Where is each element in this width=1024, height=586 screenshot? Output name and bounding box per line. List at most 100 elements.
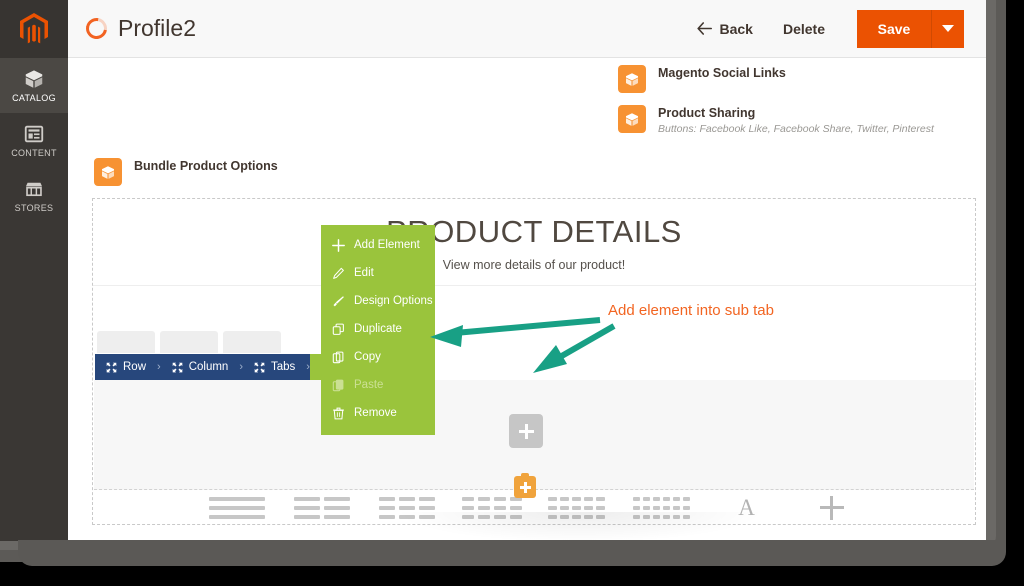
- layout-icon: [24, 125, 44, 143]
- context-menu-label: Copy: [354, 351, 381, 363]
- widget-text: Magento Social Links: [658, 65, 786, 82]
- stage-heading: PRODUCT DETAILS: [386, 214, 682, 249]
- breadcrumb-item-tabs[interactable]: Tabs: [243, 354, 306, 380]
- sidebar-item-label: CATALOG: [12, 93, 56, 103]
- layout-3-column[interactable]: [376, 491, 438, 525]
- box-icon: [25, 70, 43, 88]
- header-actions: Back Delete Save: [685, 9, 987, 48]
- save-label: Save: [877, 20, 911, 37]
- stage-subheading: View more details of our product!: [442, 258, 626, 272]
- context-menu-item-paste: Paste: [321, 371, 435, 399]
- layout-2-column[interactable]: [291, 491, 353, 525]
- store-icon: [25, 182, 43, 197]
- admin-sidebar: CATALOG CONTENT STORES: [0, 0, 68, 541]
- brush-icon: [333, 295, 344, 306]
- add-element-placeholder-button[interactable]: [509, 414, 543, 448]
- context-menu-item-duplicate[interactable]: Duplicate: [321, 315, 435, 343]
- sidebar-item-catalog[interactable]: CATALOG: [0, 58, 68, 113]
- layout-4-column[interactable]: [461, 491, 523, 525]
- sidebar-item-content[interactable]: CONTENT: [0, 113, 68, 168]
- page-builder-stage: PRODUCT DETAILS View more details of our…: [92, 198, 976, 525]
- stage-divider: [93, 285, 975, 286]
- package-glyph-icon: [626, 112, 638, 126]
- magento-logo[interactable]: [0, 0, 68, 58]
- move-icon: [106, 362, 117, 372]
- device-frame: CATALOG CONTENT STORES Profile2 Back Del…: [0, 0, 1024, 586]
- move-icon: [254, 362, 265, 372]
- package-icon: [618, 105, 646, 133]
- package-icon: [94, 158, 122, 186]
- save-button-group: Save: [857, 9, 964, 48]
- context-menu-label: Add Element: [354, 239, 420, 251]
- widget-subtitle: Buttons: Facebook Like, Facebook Share, …: [658, 123, 934, 135]
- paste-icon: [332, 379, 344, 391]
- add-row-button[interactable]: [514, 473, 536, 498]
- plus-icon: [519, 481, 531, 493]
- page-content: Magento Social Links Product Sharing But…: [68, 58, 986, 541]
- breadcrumb-label: Column: [188, 361, 229, 373]
- sidebar-item-stores[interactable]: STORES: [0, 168, 68, 223]
- context-menu-label: Paste: [354, 379, 384, 391]
- delete-button[interactable]: Delete: [765, 13, 843, 45]
- page-title: Profile2: [118, 15, 196, 41]
- tab-placeholder[interactable]: [97, 331, 155, 353]
- device-bottom-bar: [18, 540, 1006, 566]
- context-menu-item-remove[interactable]: Remove: [321, 399, 435, 427]
- magento-logo-icon: [20, 13, 48, 44]
- context-menu-label: Edit: [354, 267, 374, 279]
- plus-icon: [332, 238, 345, 252]
- package-glyph-icon: [626, 72, 638, 86]
- context-menu-label: Remove: [354, 407, 397, 419]
- context-menu-item-copy[interactable]: Copy: [321, 343, 435, 371]
- layout-5-column[interactable]: [546, 491, 608, 525]
- loading-ring-icon: [81, 13, 112, 44]
- stage-heading-block: PRODUCT DETAILS View more details of our…: [93, 199, 975, 272]
- page-title-group: Profile2: [81, 13, 196, 44]
- delete-label: Delete: [782, 20, 825, 37]
- caret-down-icon: [942, 25, 954, 32]
- save-dropdown-button[interactable]: [932, 9, 964, 48]
- sidebar-item-label: STORES: [14, 203, 54, 213]
- widget-text: Bundle Product Options: [134, 158, 278, 175]
- page-header: Profile2 Back Delete Save: [68, 0, 986, 58]
- breadcrumb-item-row[interactable]: Row: [95, 354, 157, 380]
- context-menu-item-edit[interactable]: Edit: [321, 259, 435, 287]
- breadcrumb-label: Tabs: [271, 361, 296, 373]
- package-icon: [618, 65, 646, 93]
- text-element-button[interactable]: A: [716, 491, 778, 525]
- plus-icon: [819, 496, 844, 520]
- tab-placeholder[interactable]: [223, 331, 281, 353]
- text-a-icon: A: [738, 495, 755, 520]
- tab-content-dropzone[interactable]: [94, 380, 974, 490]
- context-menu-label: Duplicate: [354, 323, 402, 335]
- add-element-button[interactable]: [801, 491, 863, 525]
- sidebar-item-label: CONTENT: [11, 148, 57, 158]
- breadcrumb-label: Row: [123, 361, 147, 373]
- arrow-left-icon: [696, 22, 712, 35]
- copy-icon: [332, 351, 344, 363]
- layout-6-column[interactable]: [631, 491, 693, 525]
- move-icon: [172, 362, 182, 372]
- back-button[interactable]: Back: [685, 13, 765, 45]
- context-menu: Add Element Edit Design Options Duplicat…: [321, 225, 435, 435]
- widget-title: Product Sharing: [658, 106, 756, 120]
- context-menu-item-add-element[interactable]: Add Element: [321, 231, 435, 259]
- pencil-icon: [333, 267, 344, 279]
- back-label: Back: [719, 20, 753, 37]
- package-glyph-icon: [102, 165, 114, 179]
- trash-icon: [333, 407, 344, 419]
- widget-bundle-product-options[interactable]: Bundle Product Options: [94, 158, 278, 186]
- layout-1-column[interactable]: [206, 491, 268, 525]
- breadcrumb-item-column[interactable]: Column: [161, 354, 240, 380]
- tab-strip: [97, 331, 281, 353]
- device-screen: CATALOG CONTENT STORES Profile2 Back Del…: [0, 0, 986, 541]
- widget-product-sharing[interactable]: Product Sharing Buttons: Facebook Like, …: [618, 105, 934, 137]
- tab-placeholder[interactable]: [160, 331, 218, 353]
- context-menu-item-design-options[interactable]: Design Options: [321, 287, 435, 315]
- save-button[interactable]: Save: [857, 9, 932, 48]
- context-menu-label: Design Options: [354, 295, 433, 307]
- plus-icon: [518, 423, 534, 439]
- duplicate-icon: [332, 323, 344, 335]
- annotation-label: Add element into sub tab: [608, 302, 774, 319]
- widget-magento-social-links[interactable]: Magento Social Links: [618, 65, 786, 93]
